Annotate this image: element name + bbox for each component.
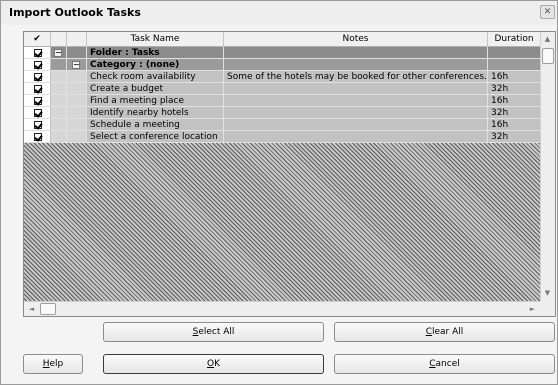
horizontal-scrollbar[interactable]: ◄ ► [24,301,541,316]
close-button[interactable]: ✕ [540,5,555,19]
ok-label: K [214,359,220,369]
select-all-button[interactable]: Select All [103,322,324,342]
scroll-right-icon[interactable]: ► [526,305,539,313]
task-indent-cell [51,119,67,131]
help-label: elp [49,359,64,369]
task-name-cell[interactable]: Find a meeting place [87,95,224,107]
task-notes-cell[interactable]: Some of the hotels may be booked for oth… [224,71,488,83]
column-header-duration[interactable]: Duration [488,32,541,47]
folder-check-cell[interactable] [24,47,51,59]
folder-indent-cell [67,47,87,59]
checkbox-checked-icon[interactable] [34,49,42,57]
task-indent-cell [51,83,67,95]
checkbox-checked-icon[interactable] [34,61,42,69]
title-bar: Import Outlook Tasks ✕ [1,1,557,25]
category-check-cell[interactable] [24,59,51,71]
folder-label: Folder : Tasks [87,47,224,59]
vertical-scroll-thumb[interactable] [542,48,554,64]
task-row[interactable]: Create a budget 32h [24,83,541,95]
help-accelerator: H [42,359,50,369]
column-header-check[interactable]: ✔ [24,32,51,47]
task-row[interactable]: Identify nearby hotels 32h [24,107,541,119]
task-check-cell[interactable] [24,131,51,143]
task-row[interactable]: Schedule a meeting 16h [24,119,541,131]
checkbox-checked-icon[interactable] [34,121,42,129]
clear-all-button[interactable]: Clear All [334,322,555,342]
column-header-task-name[interactable]: Task Name [87,32,224,47]
folder-expand-cell[interactable]: − [51,47,67,59]
task-indent-cell [51,95,67,107]
checkbox-checked-icon[interactable] [34,85,42,93]
category-label: Category : (none) [87,59,224,71]
import-outlook-tasks-dialog: Import Outlook Tasks ✕ ✔ Task Name Notes… [0,0,558,385]
cancel-button[interactable]: Cancel [334,354,555,374]
task-check-cell[interactable] [24,95,51,107]
scroll-up-icon[interactable]: ▲ [541,35,554,43]
select-all-label: elect All [198,327,235,337]
task-check-cell[interactable] [24,83,51,95]
task-notes-cell[interactable] [224,107,488,119]
task-indent-cell [67,71,87,83]
cancel-label: ancel [435,359,460,369]
task-notes-cell[interactable] [224,83,488,95]
task-duration-cell[interactable]: 16h [488,119,541,131]
scroll-down-icon[interactable]: ▼ [541,289,554,297]
category-indent-cell [51,59,67,71]
task-row[interactable]: Find a meeting place 16h [24,95,541,107]
scroll-left-icon[interactable]: ◄ [25,305,38,313]
scrollbar-corner [540,301,555,316]
task-duration-cell[interactable]: 16h [488,71,541,83]
task-name-cell[interactable]: Schedule a meeting [87,119,224,131]
task-indent-cell [67,107,87,119]
dialog-title: Import Outlook Tasks [9,6,141,19]
task-duration-cell[interactable]: 32h [488,131,541,143]
task-name-cell[interactable]: Check room availability [87,71,224,83]
column-header-notes[interactable]: Notes [224,32,488,47]
task-indent-cell [67,95,87,107]
checkbox-checked-icon[interactable] [34,97,42,105]
category-duration-cell [488,59,541,71]
clear-all-label: lear All [432,327,464,337]
checkbox-checked-icon[interactable] [34,109,42,117]
task-name-cell[interactable]: Select a conference location [87,131,224,143]
collapse-icon[interactable]: − [72,61,80,69]
checkbox-checked-icon[interactable] [34,73,42,81]
grid-header: ✔ Task Name Notes Duration [24,32,541,47]
task-indent-cell [67,131,87,143]
folder-duration-cell [488,47,541,59]
task-duration-cell[interactable]: 32h [488,83,541,95]
task-check-cell[interactable] [24,119,51,131]
help-button[interactable]: Help [23,354,83,374]
task-row[interactable]: Check room availability Some of the hote… [24,71,541,83]
horizontal-scroll-thumb[interactable] [40,303,56,315]
category-row[interactable]: − Category : (none) [24,59,541,71]
task-duration-cell[interactable]: 32h [488,107,541,119]
task-indent-cell [51,71,67,83]
task-notes-cell[interactable] [224,119,488,131]
task-notes-cell[interactable] [224,95,488,107]
category-expand-cell[interactable]: − [67,59,87,71]
task-row[interactable]: Select a conference location 32h [24,131,541,143]
column-header-blank-2 [67,32,87,47]
task-name-cell[interactable]: Identify nearby hotels [87,107,224,119]
vertical-scrollbar[interactable]: ▲ ▼ [540,32,555,302]
task-name-cell[interactable]: Create a budget [87,83,224,95]
task-indent-cell [51,131,67,143]
task-check-cell[interactable] [24,71,51,83]
tasks-grid: ✔ Task Name Notes Duration − Folder : Ta… [23,31,556,317]
task-duration-cell[interactable]: 16h [488,95,541,107]
task-indent-cell [51,107,67,119]
task-check-cell[interactable] [24,107,51,119]
category-notes-cell [224,59,488,71]
task-notes-cell[interactable] [224,131,488,143]
ok-button[interactable]: OK [103,354,324,374]
task-indent-cell [67,83,87,95]
checkbox-checked-icon[interactable] [34,133,42,141]
column-header-blank-1 [51,32,67,47]
folder-notes-cell [224,47,488,59]
task-indent-cell [67,119,87,131]
folder-row[interactable]: − Folder : Tasks [24,47,541,59]
collapse-icon[interactable]: − [54,49,62,57]
close-icon: ✕ [543,7,552,17]
